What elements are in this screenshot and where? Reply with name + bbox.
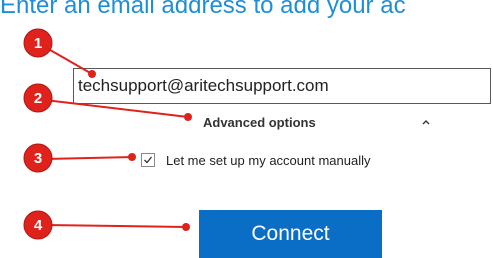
annotation-badge-label: 4 — [34, 217, 43, 234]
annotation-badge-label: 1 — [34, 35, 42, 52]
annotation-pointer — [184, 113, 192, 121]
annotation-pointer — [128, 153, 136, 161]
annotation-badge-label: 2 — [34, 90, 42, 107]
annotation-badge-label: 3 — [34, 150, 42, 167]
annotation-overlay: 1 2 3 4 — [23, 28, 192, 240]
annotation-pointer — [88, 70, 96, 78]
annotation-pointer — [182, 223, 190, 231]
